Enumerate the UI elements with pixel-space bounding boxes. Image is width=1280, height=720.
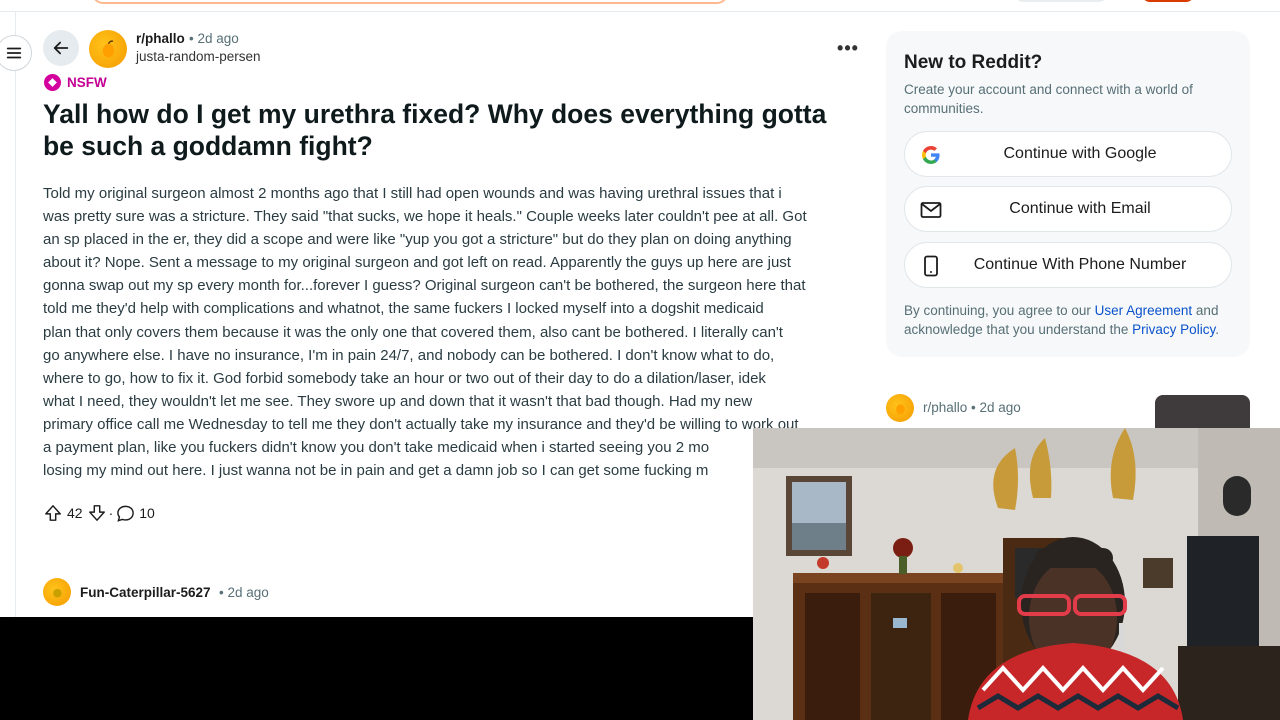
search-bar[interactable] [92, 0, 728, 4]
post-body-line: an sp placed in the er, they did a scope… [43, 231, 792, 249]
related-thumbnail [1155, 395, 1250, 429]
downvote-icon[interactable] [87, 502, 107, 524]
login-button[interactable] [1142, 0, 1194, 2]
top-navigation-bar [0, 0, 1280, 12]
webcam-scene [753, 428, 1280, 720]
subreddit-avatar-icon[interactable] [89, 30, 127, 68]
post-body-line: go anywhere else. I have no insurance, I… [43, 346, 775, 364]
legal-text: By continuing, you agree to our User Agr… [904, 301, 1234, 339]
black-overlay-bar [0, 617, 756, 720]
commenter-avatar-icon[interactable] [43, 578, 71, 606]
google-button-label: Continue with Google [1003, 145, 1157, 162]
email-button-label: Continue with Email [1009, 200, 1151, 217]
legal-prefix: By continuing, you agree to our [904, 303, 1095, 318]
vote-count: 42 [67, 505, 83, 521]
post-body-line: plan that only covers them because it wa… [43, 323, 783, 341]
continue-with-email-button[interactable]: Continue with Email [904, 186, 1232, 232]
post-body-line: where to go, how to fix it. God forbid s… [43, 369, 766, 387]
google-icon [920, 144, 942, 166]
nsfw-flair: NSFW [44, 74, 107, 91]
post-body-line: was pretty sure was a stricture. They sa… [43, 208, 807, 226]
continue-with-google-button[interactable]: Continue with Google [904, 131, 1232, 177]
post-body: Told my original surgeon almost 2 months… [43, 182, 861, 482]
privacy-policy-link[interactable]: Privacy Policy [1132, 322, 1215, 337]
signup-description: Create your account and connect with a w… [904, 82, 1193, 116]
post-time: • 2d ago [189, 31, 239, 46]
comment-icon[interactable] [115, 502, 135, 524]
more-options-icon[interactable]: ••• [836, 38, 860, 58]
post-title: Yall how do I get my urethra fixed? Why … [43, 99, 827, 161]
reddit-post-page: r/phallo • 2d ago justa-random-persen ••… [0, 0, 1280, 720]
post-actions: 42 · 10 [43, 502, 159, 524]
webcam-overlay [753, 428, 1280, 720]
legal-suffix: . [1215, 322, 1219, 337]
post-body-line: a payment plan, like you fuckers didn't … [43, 439, 710, 457]
related-subreddit-avatar-icon [886, 394, 914, 422]
related-time: • 2d ago [971, 400, 1021, 415]
related-subreddit-name: r/phallo [923, 400, 968, 415]
post-body-line: gonna swap out my sp every month for...f… [43, 277, 806, 295]
signup-title: New to Reddit? [904, 52, 1043, 73]
user-agreement-link[interactable]: User Agreement [1095, 303, 1193, 318]
menu-icon [6, 47, 22, 59]
nsfw-label: NSFW [67, 75, 107, 90]
menu-button[interactable] [0, 35, 32, 71]
post-body-line: told me they'd help with complications a… [43, 300, 764, 318]
comment-count: 10 [139, 505, 155, 521]
post-author[interactable]: justa-random-persen [136, 49, 261, 64]
phone-button-label: Continue With Phone Number [973, 256, 1187, 273]
actions-separator: · [108, 505, 114, 521]
nsfw-icon [44, 74, 61, 91]
comment-time: • 2d ago [219, 585, 269, 600]
post-body-line: primary office call me Wednesday to tell… [43, 415, 799, 433]
email-icon [920, 199, 942, 221]
left-rail [0, 12, 16, 617]
comment-username[interactable]: Fun-Caterpillar-5627 [80, 585, 211, 600]
get-app-button[interactable] [1015, 0, 1107, 2]
continue-with-phone-button[interactable]: Continue With Phone Number [904, 242, 1232, 288]
back-arrow-icon [53, 41, 69, 55]
related-post[interactable]: r/phallo • 2d ago [886, 394, 1250, 429]
phone-icon [920, 255, 942, 277]
subreddit-name[interactable]: r/phallo [136, 31, 185, 46]
post-body-line: about it? Nope. Sent a message to my ori… [43, 254, 791, 272]
related-subreddit: r/phallo • 2d ago [923, 400, 1021, 415]
post-body-line: what I need, they wouldn't let me see. T… [43, 392, 753, 410]
post-body-line: Told my original surgeon almost 2 months… [43, 185, 782, 202]
back-button[interactable] [43, 30, 79, 66]
signup-card: New to Reddit? Create your account and c… [886, 31, 1250, 357]
upvote-icon[interactable] [43, 502, 63, 524]
post-body-line: losing my mind out here. I just wanna no… [43, 462, 709, 480]
